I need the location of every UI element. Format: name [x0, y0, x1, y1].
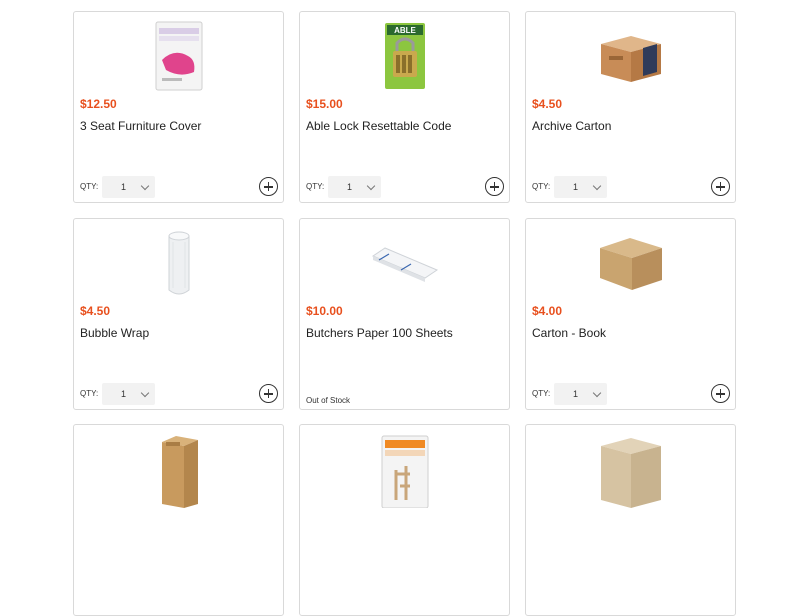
- add-to-cart-button[interactable]: [485, 177, 504, 196]
- quantity-value: 1: [573, 182, 579, 192]
- product-name[interactable]: Carton - Book: [532, 326, 606, 340]
- product-card[interactable]: $10.00 Butchers Paper 100 Sheets Out of …: [299, 218, 510, 410]
- product-name[interactable]: Bubble Wrap: [80, 326, 149, 340]
- carton-icon[interactable]: [139, 430, 219, 508]
- svg-text:ABLE: ABLE: [394, 26, 416, 35]
- qty-label: QTY:: [532, 182, 551, 191]
- add-to-cart-button[interactable]: [711, 384, 730, 403]
- qty-label: QTY:: [306, 182, 325, 191]
- book-carton-icon[interactable]: [591, 224, 671, 302]
- furniture-cover-icon[interactable]: [139, 17, 219, 95]
- product-price: $4.50: [80, 304, 111, 318]
- padlock-icon[interactable]: ABLE: [365, 17, 445, 95]
- plus-icon: [490, 182, 499, 191]
- plus-icon: [264, 182, 273, 191]
- butchers-paper-icon[interactable]: [365, 224, 445, 302]
- chevron-down-icon: [140, 388, 150, 397]
- quantity-value: 1: [347, 182, 353, 192]
- product-name[interactable]: Able Lock Resettable Code: [306, 119, 451, 133]
- chevron-down-icon: [592, 388, 602, 397]
- product-card[interactable]: [299, 424, 510, 616]
- product-price: $12.50: [80, 97, 117, 111]
- product-name[interactable]: 3 Seat Furniture Cover: [80, 119, 201, 133]
- chevron-down-icon: [366, 181, 376, 190]
- product-name[interactable]: Butchers Paper 100 Sheets: [306, 326, 453, 340]
- product-price: $4.00: [532, 304, 563, 318]
- plus-icon: [716, 182, 725, 191]
- carton-icon[interactable]: [591, 430, 671, 508]
- bubble-wrap-icon[interactable]: [139, 224, 219, 302]
- quantity-select[interactable]: 1: [554, 383, 607, 405]
- product-card[interactable]: [525, 424, 736, 616]
- add-to-cart-button[interactable]: [259, 177, 278, 196]
- add-to-cart-button[interactable]: [711, 177, 730, 196]
- product-card[interactable]: $4.00 Carton - Book QTY: 1: [525, 218, 736, 410]
- product-name[interactable]: Archive Carton: [532, 119, 611, 133]
- product-price: $10.00: [306, 304, 343, 318]
- quantity-value: 1: [121, 389, 127, 399]
- product-price: $15.00: [306, 97, 343, 111]
- qty-label: QTY:: [532, 389, 551, 398]
- product-card[interactable]: $12.50 3 Seat Furniture Cover QTY: 1: [73, 11, 284, 203]
- quantity-select[interactable]: 1: [328, 176, 381, 198]
- quantity-value: 1: [573, 389, 579, 399]
- product-card[interactable]: $4.50 Archive Carton QTY: 1: [525, 11, 736, 203]
- quantity-select[interactable]: 1: [102, 176, 155, 198]
- plus-icon: [264, 389, 273, 398]
- plus-icon: [716, 389, 725, 398]
- qty-label: QTY:: [80, 389, 99, 398]
- product-card[interactable]: [73, 424, 284, 616]
- furniture-protector-icon[interactable]: [365, 430, 445, 508]
- chevron-down-icon: [592, 181, 602, 190]
- product-card[interactable]: $4.50 Bubble Wrap QTY: 1: [73, 218, 284, 410]
- add-to-cart-button[interactable]: [259, 384, 278, 403]
- product-price: $4.50: [532, 97, 563, 111]
- quantity-value: 1: [121, 182, 127, 192]
- chevron-down-icon: [140, 181, 150, 190]
- product-card[interactable]: ABLE $15.00 Able Lock Resettable Code QT…: [299, 11, 510, 203]
- quantity-select[interactable]: 1: [554, 176, 607, 198]
- qty-label: QTY:: [80, 182, 99, 191]
- stock-status: Out of Stock: [306, 396, 351, 405]
- quantity-select[interactable]: 1: [102, 383, 155, 405]
- archive-carton-icon[interactable]: [591, 17, 671, 95]
